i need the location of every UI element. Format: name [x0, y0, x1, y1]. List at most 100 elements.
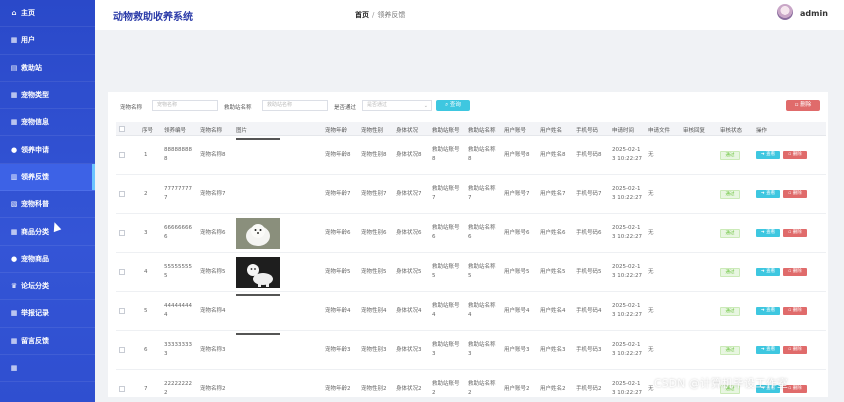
adoption-code-tail: 5 [164, 273, 168, 279]
pet-age: 宠物年龄7 [325, 191, 351, 197]
pet-health: 身体状况6 [396, 230, 422, 236]
row-checkbox[interactable] [119, 269, 125, 275]
status-badge: 通过 [720, 151, 740, 160]
approved-select[interactable]: 是否通过 ⌄ [362, 100, 432, 111]
pet-name-input[interactable]: 宠物名称 [152, 100, 218, 111]
apply-time: 2025-02-1 [612, 381, 641, 387]
station-name-label: 救助站名称 [224, 105, 252, 111]
station-name-input[interactable]: 救助站名称 [262, 100, 328, 111]
row-checkbox[interactable] [119, 191, 125, 197]
phone-number: 手机号码7 [576, 191, 602, 197]
station-account: 救助站账号 [432, 264, 460, 270]
grid-icon: ▦ [10, 336, 18, 345]
row-checkbox[interactable] [119, 347, 125, 353]
phone-number: 手机号码5 [576, 269, 602, 275]
sidebar-item-12[interactable]: ▦ 留言反馈 [0, 328, 95, 355]
select-all-checkbox[interactable] [119, 126, 125, 132]
column-header: 身体状况 [396, 128, 419, 134]
row-checkbox[interactable] [119, 152, 125, 158]
user-name: 用户姓名5 [540, 269, 566, 275]
table-row: 5 44444444 4 宠物名称4 宠物年龄4 宠物性别4 身体状况4 救助站账号 4 救助站名… [116, 292, 826, 331]
delete-button[interactable]: ▫ 删除 [783, 307, 807, 315]
view-button[interactable]: ➜ 查看 [756, 151, 780, 159]
sidebar-item-7[interactable]: ▧ 宠物科普 [0, 191, 95, 219]
station-account-tail: 4 [432, 312, 436, 318]
station-name-tail: 6 [468, 234, 472, 240]
breadcrumb-home[interactable]: 首页 [355, 11, 369, 19]
sidebar-item-11[interactable]: ▦ 举报记录 [0, 300, 95, 328]
sidebar-item-label: 用户 [21, 36, 35, 45]
sidebar-item-label: 主页 [21, 9, 35, 18]
row-checkbox[interactable] [119, 386, 125, 392]
pet-image[interactable] [236, 257, 280, 288]
column-header: 救助站账号 [432, 128, 460, 134]
sidebar-item-8[interactable]: ▦ 商品分类 [0, 218, 95, 246]
pet-gender: 宠物性别3 [361, 347, 387, 353]
sidebar-item-6[interactable]: ▥ 领养反馈 [0, 163, 95, 192]
view-button-label: 查看 [766, 152, 776, 157]
sidebar-item-label: 救助站 [21, 63, 42, 72]
sidebar-item-4[interactable]: ▦ 宠物信息 [0, 109, 95, 137]
station-name: 救助站名称 [468, 381, 496, 387]
sidebar-item-label: 宠物商品 [21, 254, 49, 263]
sidebar-item-label: 宠物类型 [21, 91, 49, 100]
column-header: 序号 [142, 128, 154, 134]
sidebar-item-10[interactable]: ♛ 论坛分类 [0, 273, 95, 301]
search-button[interactable]: ⌕ 查询 [436, 100, 470, 111]
table-row: 2 77777777 7 宠物名称7 宠物年龄7 宠物性别7 身体状况7 救助站账号 7 救助站名… [116, 175, 826, 214]
delete-button-label: 删除 [792, 386, 802, 391]
station-account: 救助站账号 [432, 342, 460, 348]
sidebar-item-13[interactable]: ▦ [0, 355, 95, 383]
sidebar-item-2[interactable]: ▤ 救助站 [0, 55, 95, 82]
book-icon: ▧ [10, 200, 18, 209]
station-name: 救助站名称 [468, 225, 496, 231]
sidebar-item-3[interactable]: ▦ 宠物类型 [0, 82, 95, 110]
delete-button[interactable]: ▫ 删除 [783, 190, 807, 198]
sidebar-item-9[interactable]: ● 宠物商品 [0, 246, 95, 273]
station-account-tail: 3 [432, 351, 436, 357]
watermark: CSDN @计算机毕设工作室 [654, 377, 788, 390]
delete-button[interactable]: ▫ 删除 [783, 268, 807, 276]
column-header: 申请时间 [612, 128, 635, 134]
username[interactable]: admin [800, 9, 828, 18]
delete-button[interactable]: ▫ 删除 [783, 346, 807, 354]
batch-delete-button[interactable]: ▫ 删除 [786, 100, 820, 111]
view-button[interactable]: ➜ 查看 [756, 229, 780, 237]
pet-gender: 宠物性别4 [361, 308, 387, 314]
apply-time-tail: 3 10:22:27 [612, 390, 642, 396]
system-title: 动物救助收养系统 [113, 12, 193, 23]
sidebar-item-0[interactable]: ⌂ 主页 [0, 0, 95, 28]
status-badge: 通过 [720, 229, 740, 238]
pet-name: 宠物名称5 [200, 269, 226, 275]
view-button-label: 查看 [766, 347, 776, 352]
station-name: 救助站名称 [468, 147, 496, 153]
sidebar-item-label: 留言反馈 [21, 336, 49, 345]
pet-image[interactable] [236, 218, 280, 249]
sidebar-item-5[interactable]: ● 领养申请 [0, 136, 95, 164]
pet-gender: 宠物性别8 [361, 152, 387, 158]
view-button[interactable]: ➜ 查看 [756, 307, 780, 315]
delete-button[interactable]: ▫ 删除 [783, 151, 807, 159]
station-account-tail: 2 [432, 390, 436, 396]
table-row: 1 88888888 8 宠物名称8 宠物年龄8 宠物性别8 身体状况8 救助站账号 8 救助站名… [116, 136, 826, 175]
sidebar-item-1[interactable]: ▦ 用户 [0, 27, 95, 55]
station-name-tail: 4 [468, 312, 472, 318]
column-header: 手机号码 [576, 128, 599, 134]
apply-time-tail: 3 10:22:27 [612, 312, 642, 318]
view-button[interactable]: ➜ 查看 [756, 190, 780, 198]
delete-button-label: 删除 [792, 152, 802, 157]
avatar[interactable] [777, 4, 793, 20]
pet-age: 宠物年龄6 [325, 230, 351, 236]
table-row: 3 66666666 6 宠物名称6 宠物年龄6 宠物性别6 身体状况6 救助站账号 6 救助站名… [116, 214, 826, 253]
delete-button[interactable]: ▫ 删除 [783, 229, 807, 237]
sidebar-item-label: 商品分类 [21, 227, 49, 236]
pet-health: 身体状况3 [396, 347, 422, 353]
pet-gender: 宠物性别7 [361, 191, 387, 197]
phone-number: 手机号码4 [576, 308, 602, 314]
row-checkbox[interactable] [119, 308, 125, 314]
trophy-icon: ♛ [10, 282, 18, 291]
view-button[interactable]: ➜ 查看 [756, 268, 780, 276]
row-checkbox[interactable] [119, 230, 125, 236]
view-button[interactable]: ➜ 查看 [756, 346, 780, 354]
user-name: 用户姓名3 [540, 347, 566, 353]
